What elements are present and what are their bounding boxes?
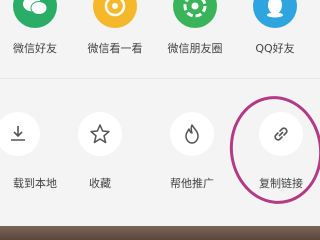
wechat-friend-label: 微信好友: [13, 42, 57, 55]
wechat-look-label: 微信看一看: [87, 42, 143, 55]
look-icon: [104, 0, 126, 17]
flame-icon: [185, 124, 199, 144]
wechat-icon: [23, 0, 48, 15]
qq-icon: [267, 0, 283, 18]
wechat-friend-button[interactable]: [13, 0, 57, 28]
qq-friend-label: QQ好友: [255, 42, 295, 55]
moments-icon: [183, 0, 207, 18]
wechat-look-button[interactable]: [93, 0, 137, 28]
qq-friend-button[interactable]: [253, 0, 297, 28]
star-icon: [90, 124, 110, 144]
favorite-label: 收藏: [89, 177, 111, 190]
favorite-button[interactable]: [78, 112, 122, 156]
highlight-circle-annotation: [222, 90, 320, 210]
background-strip: [0, 226, 320, 240]
wechat-moments-button[interactable]: [173, 0, 217, 28]
download-icon: [11, 126, 25, 141]
promote-button[interactable]: [170, 112, 214, 156]
download-button[interactable]: [0, 112, 40, 156]
share-sheet: 微信好友 微信看一看 微信朋友圈 QQ好友 载到本地 收藏 帮他推广 复制链接: [0, 0, 320, 228]
wechat-moments-label: 微信朋友圈: [167, 42, 223, 55]
promote-label: 帮他推广: [170, 177, 214, 190]
divider: [0, 78, 320, 79]
